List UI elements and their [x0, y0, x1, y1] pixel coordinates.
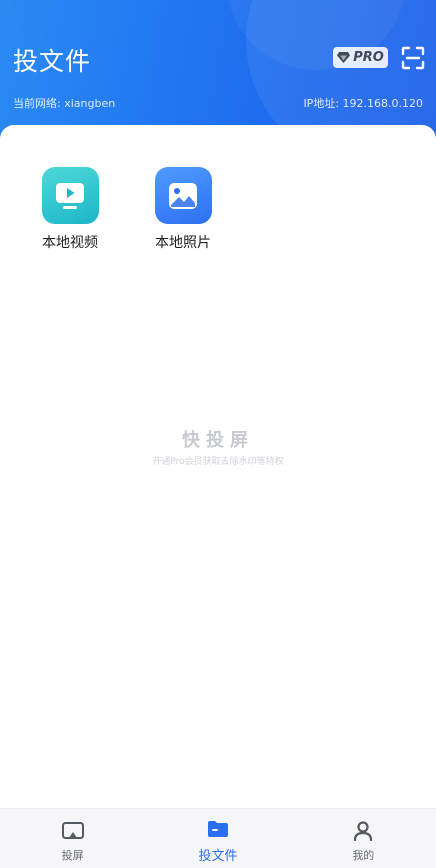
- folder-icon: [207, 821, 228, 837]
- bottom-tab-bar: 投屏 投文件 我的: [0, 808, 436, 868]
- tab-send-file[interactable]: 投文件: [145, 809, 290, 868]
- watermark-title: 快投屏: [182, 430, 254, 451]
- video-tile-icon-bg: [41, 167, 99, 224]
- local-photo-label: 本地照片: [155, 235, 211, 251]
- watermark: 快投屏 开通Pro会员获取去除水印等特权: [0, 426, 436, 467]
- main-content: 本地视频 本地照片 快投屏 开通Pro会员获取去除水印等特权: [0, 125, 436, 808]
- watermark-subtitle: 开通Pro会员获取去除水印等特权: [152, 457, 284, 467]
- page-title: 投文件: [13, 47, 92, 76]
- image-icon: [169, 182, 197, 209]
- local-photo-tile[interactable]: 本地照片: [143, 167, 223, 252]
- network-label: 当前网络: xiangben: [13, 97, 116, 110]
- local-video-tile[interactable]: 本地视频: [30, 167, 110, 252]
- tab-send-file-label: 投文件: [198, 849, 238, 864]
- scan-icon: [401, 46, 425, 70]
- tab-cast-screen-label: 投屏: [61, 848, 84, 862]
- diamond-icon: [337, 52, 351, 63]
- photo-tile-icon-bg: [154, 167, 212, 224]
- tab-cast-screen[interactable]: 投屏: [0, 809, 145, 868]
- tab-mine-label: 我的: [352, 848, 375, 862]
- pro-label: PRO: [353, 50, 384, 65]
- scan-button[interactable]: [400, 45, 426, 71]
- pro-badge-button[interactable]: PRO: [333, 47, 388, 68]
- person-icon: [354, 820, 373, 841]
- local-video-label: 本地视频: [42, 235, 98, 251]
- play-tv-icon: [56, 182, 84, 209]
- cast-screen-icon: [61, 821, 84, 839]
- ip-address-label: IP地址: 192.168.0.120: [303, 97, 423, 110]
- tab-mine[interactable]: 我的: [291, 809, 436, 868]
